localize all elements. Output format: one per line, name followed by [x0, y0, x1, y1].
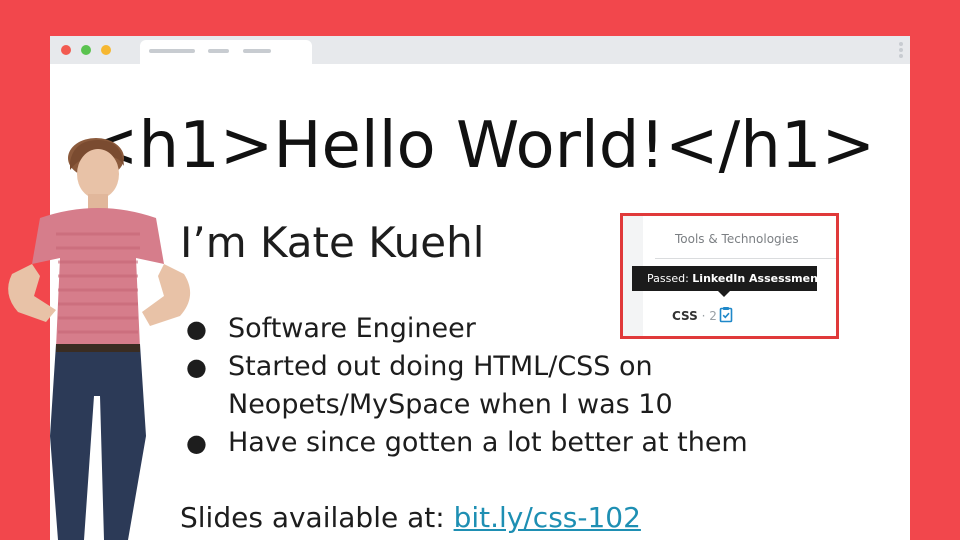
endorsement-count: 2: [709, 309, 717, 323]
slides-availability: Slides available at: bit.ly/css-102: [180, 500, 641, 536]
clipboard-check-icon[interactable]: [719, 306, 733, 323]
maximize-window-dot[interactable]: [81, 45, 91, 55]
section-title: Tools & Technologies: [675, 232, 799, 246]
bullet-text: Started out doing HTML/CSS on: [228, 351, 653, 382]
tooltip-prefix: Passed:: [647, 272, 693, 285]
divider: [655, 258, 836, 259]
skill-name: CSS: [672, 309, 698, 323]
tooltip-arrow: [718, 291, 730, 297]
bullet-text: Software Engineer: [228, 313, 476, 344]
tab-placeholder-bar: [208, 49, 229, 53]
tooltip-bold: LinkedIn Assessments: [692, 272, 830, 285]
skill-entry[interactable]: CSS · 2: [672, 309, 717, 323]
slides-label: Slides available at:: [180, 501, 454, 534]
list-item: ● Have since gotten a lot better at them: [186, 424, 748, 462]
bullet-text-continued: Neopets/MySpace when I was 10: [228, 389, 673, 420]
slides-link[interactable]: bit.ly/css-102: [454, 501, 641, 534]
presenter-photo: [8, 138, 191, 540]
tab-placeholder-bar: [149, 49, 195, 53]
skill-separator: ·: [697, 309, 710, 323]
tab-placeholder-bar: [243, 49, 271, 53]
browser-chrome: [50, 36, 910, 64]
bullet-text: Have since gotten a lot better at them: [228, 427, 748, 458]
close-window-dot[interactable]: [61, 45, 71, 55]
presenter-name: I’m Kate Kuehl: [180, 218, 485, 267]
linkedin-skill-screenshot: Tools & Technologies Passed: LinkedIn As…: [620, 213, 839, 339]
kebab-menu-icon[interactable]: [899, 42, 903, 60]
list-item: ● Started out doing HTML/CSS on Neopets/…: [186, 348, 748, 424]
minimize-window-dot[interactable]: [101, 45, 111, 55]
assessment-tooltip: Passed: LinkedIn Assessments: [632, 266, 830, 291]
